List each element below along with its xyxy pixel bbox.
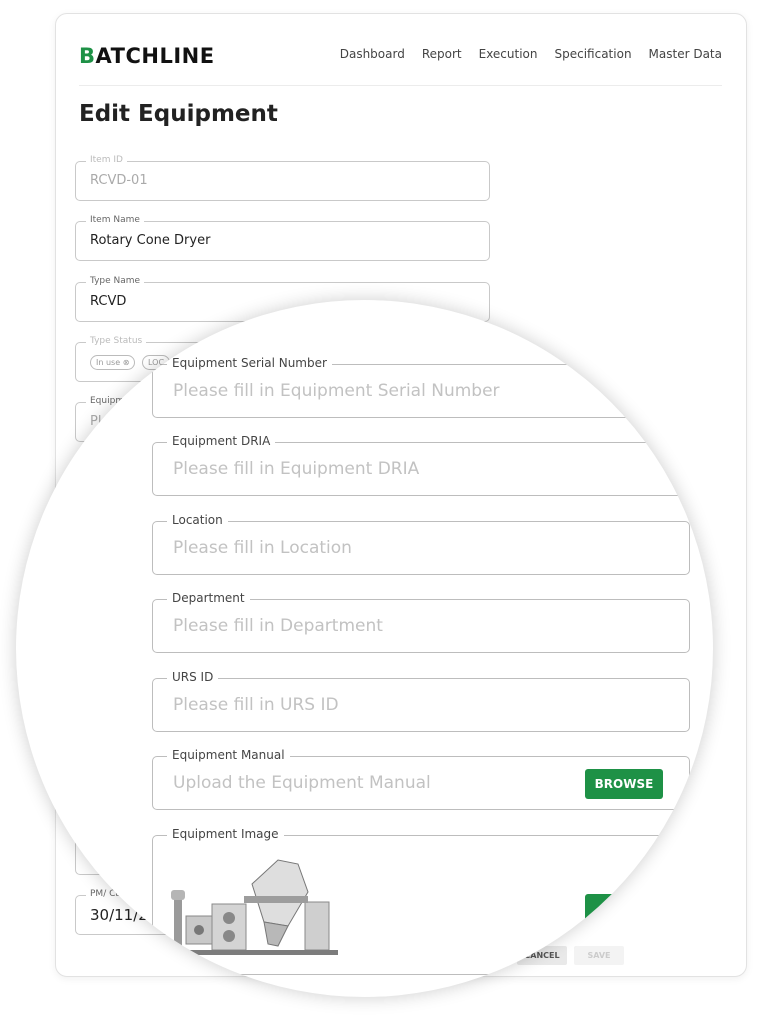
chip-in-use-text: In use [96,358,121,367]
item-id-value: RCVD-01 [90,173,148,188]
page-title: Edit Equipment [79,101,278,127]
dria-placeholder: Please fill in Equipment DRIA [173,459,420,479]
location-field[interactable]: Location Please fill in Location [152,513,690,575]
top-nav: Dashboard Report Execution Specification… [340,47,722,61]
item-name-label: Item Name [86,215,144,225]
header-divider [79,85,722,86]
equipment-manual-label: Equipment Manual [167,748,290,762]
department-placeholder: Please fill in Department [173,616,383,636]
logo-b: B [79,44,96,68]
urs-id-label: URS ID [167,670,219,684]
department-field[interactable]: Department Please fill in Department [152,591,690,653]
urs-id-placeholder: Please fill in URS ID [173,695,339,715]
browse-image-button[interactable] [585,894,663,924]
serial-number-field[interactable]: Equipment Serial Number Please fill in E… [152,356,690,418]
item-id-field: Item ID RCVD-01 [75,155,490,201]
equipment-image-label: Equipment Image [167,827,284,841]
dria-field[interactable]: Equipment DRIA Please fill in Equipment … [152,434,690,496]
nav-execution[interactable]: Execution [479,47,538,61]
serial-number-placeholder: Please fill in Equipment Serial Number [173,381,500,401]
equipment-manual-placeholder: Upload the Equipment Manual [173,773,431,793]
nav-specification[interactable]: Specification [555,47,632,61]
nav-report[interactable]: Report [422,47,462,61]
batchline-logo[interactable]: BATCHLINE [79,44,215,68]
rotary-cone-dryer-image [168,859,338,955]
equipment-manual-field[interactable]: Equipment Manual Upload the Equipment Ma… [152,748,690,810]
logo-text: ATCHLINE [95,44,215,68]
type-name-label: Type Name [86,276,145,286]
type-name-value: RCVD [90,294,127,309]
type-status-label: Type Status [86,336,147,346]
urs-id-field[interactable]: URS ID Please fill in URS ID [152,670,690,732]
nav-master-data[interactable]: Master Data [649,47,722,61]
status-chip-in-use[interactable]: In use ⊗ [90,355,136,370]
dria-label: Equipment DRIA [167,434,276,448]
nav-dashboard[interactable]: Dashboard [340,47,405,61]
chip-remove-icon[interactable]: ⊗ [123,358,130,367]
location-label: Location [167,513,228,527]
magnifier-lens: Equipment Serial Number Please fill in E… [16,300,713,997]
location-placeholder: Please fill in Location [173,538,352,558]
browse-manual-button[interactable]: BROWSE [585,769,663,799]
serial-number-label: Equipment Serial Number [167,356,332,370]
item-name-value: Rotary Cone Dryer [90,233,211,248]
item-id-label: Item ID [86,155,127,165]
item-name-field[interactable]: Item Name Rotary Cone Dryer [75,215,490,261]
department-label: Department [167,591,250,605]
